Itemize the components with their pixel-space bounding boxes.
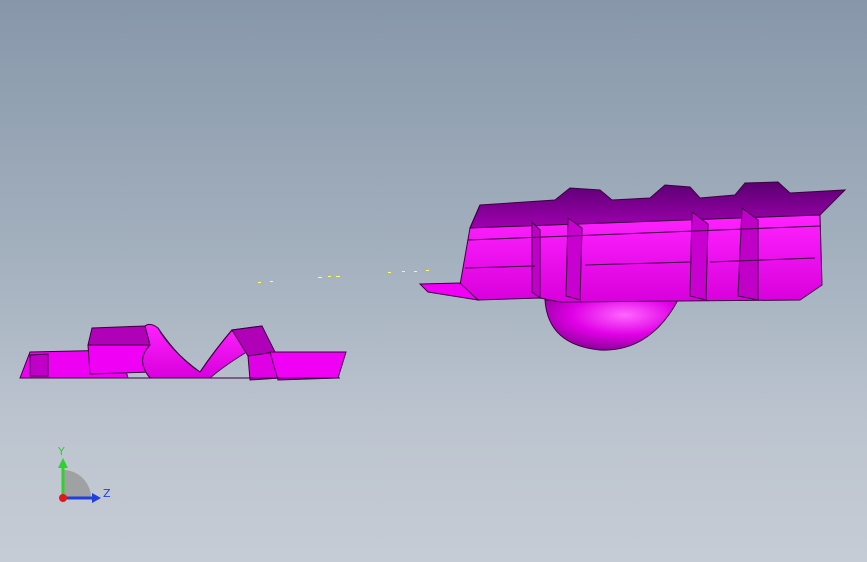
clamp-right-flange [269,351,347,381]
rib-1 [531,220,541,299]
sketch-lines [258,270,429,283]
z-axis-label: Z [103,487,111,500]
left-clamp-part[interactable] [19,323,347,381]
reference-triad[interactable]: Y Z [57,445,111,503]
y-axis-label: Y [57,445,65,458]
graphics-viewport[interactable]: Y Z [0,0,867,562]
rib-4 [737,207,759,301]
right-sheet-part[interactable] [418,181,847,351]
rib-2 [565,217,583,301]
rib-3 [689,211,709,301]
triad-quadrant [63,470,91,498]
dome-feature [544,299,679,351]
x-axis-dot [59,494,67,502]
clamp-left-block [87,325,151,346]
model-scene[interactable]: Y Z [0,0,867,562]
